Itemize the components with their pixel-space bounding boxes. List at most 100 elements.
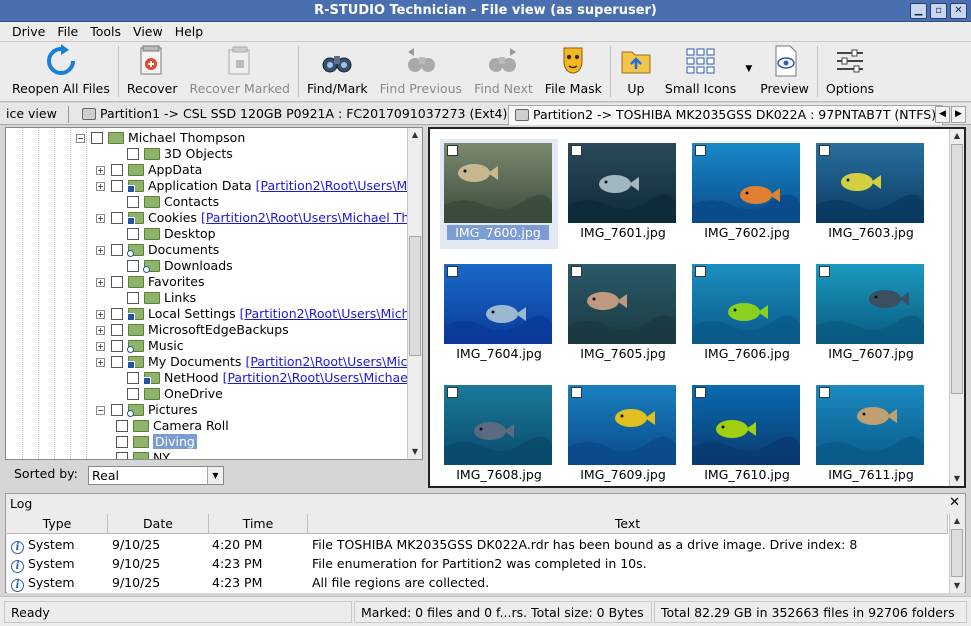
tree-item[interactable]: + Documents: [96, 242, 219, 258]
tree-item[interactable]: + Application Data [Partition2\Root\Users\…: [96, 178, 418, 194]
tree-checkbox[interactable]: [127, 260, 139, 272]
tree-checkbox[interactable]: [111, 340, 123, 352]
minimize-button[interactable]: ▁: [910, 3, 927, 19]
tree-item[interactable]: Desktop: [112, 226, 216, 242]
tree-item[interactable]: + Favorites: [96, 274, 204, 290]
tab-device-view[interactable]: ice view: [0, 105, 63, 125]
thumbnail-checkbox[interactable]: [571, 145, 582, 156]
thumbnail-item[interactable]: IMG_7608.jpg: [440, 381, 558, 486]
dropdown-arrow-icon[interactable]: ▼: [745, 64, 752, 74]
thumbnail-checkbox[interactable]: [447, 387, 458, 398]
tree-checkbox[interactable]: [111, 180, 123, 192]
thumbnail-item[interactable]: IMG_7603.jpg: [812, 139, 930, 249]
thumbnail-checkbox[interactable]: [571, 387, 582, 398]
file-mask-button[interactable]: File Mask: [539, 42, 608, 101]
tree-checkbox[interactable]: [127, 148, 139, 160]
expand-icon[interactable]: +: [96, 278, 105, 287]
thumbnail-checkbox[interactable]: [695, 387, 706, 398]
scroll-down-icon[interactable]: ▼: [950, 579, 964, 593]
options-button[interactable]: Options: [820, 42, 880, 101]
column-header-type[interactable]: Type: [7, 514, 108, 534]
tree-checkbox[interactable]: [111, 244, 123, 256]
tree-item[interactable]: Camera Roll: [116, 418, 229, 434]
tree-item[interactable]: − Michael Thompson: [76, 130, 245, 146]
sorted-by-select[interactable]: Real ▼: [88, 466, 224, 485]
tree-item-link[interactable]: [Partition2\Root\Users\Micha: [240, 306, 418, 321]
close-window-button[interactable]: ✕: [950, 3, 967, 19]
log-scrollbar[interactable]: ▲ ▼: [949, 514, 964, 593]
thumbnail-item[interactable]: IMG_7601.jpg: [564, 139, 682, 249]
menu-tools[interactable]: Tools: [84, 22, 127, 41]
recover-button[interactable]: Recover: [121, 42, 184, 101]
thumbnail-item[interactable]: IMG_7611.jpg: [812, 381, 930, 486]
tree-checkbox[interactable]: [111, 308, 123, 320]
column-header-time[interactable]: Time: [209, 514, 308, 534]
tree-item[interactable]: + Music: [96, 338, 184, 354]
thumbnail-item[interactable]: IMG_7607.jpg: [812, 260, 930, 370]
thumbnail-item[interactable]: IMG_7610.jpg: [688, 381, 806, 486]
tree-item[interactable]: − Pictures: [96, 402, 198, 418]
tree-checkbox[interactable]: [111, 164, 123, 176]
tree-item[interactable]: 3D Objects: [112, 146, 233, 162]
tree-checkbox[interactable]: [116, 452, 128, 459]
column-header-date[interactable]: Date: [108, 514, 209, 534]
tree-item[interactable]: NY: [116, 450, 170, 459]
thumbnail-item[interactable]: IMG_7609.jpg: [564, 381, 682, 486]
tree-item[interactable]: NetHood [Partition2\Root\Users\Michael Th…: [112, 370, 422, 386]
thumbnail-scrollbar[interactable]: ▲ ▼: [949, 129, 964, 486]
tree-item[interactable]: + Local Settings [Partition2\Root\Users\Mi…: [96, 306, 417, 322]
tree-checkbox[interactable]: [116, 436, 128, 448]
thumbnail-item[interactable]: IMG_7604.jpg: [440, 260, 558, 370]
expand-icon[interactable]: +: [96, 326, 105, 335]
tab-scroll-left-button[interactable]: ◀: [935, 106, 950, 123]
tree-item[interactable]: Downloads: [112, 258, 233, 274]
tab-scroll-right-button[interactable]: ▶: [951, 106, 966, 123]
expand-icon[interactable]: +: [96, 342, 105, 351]
thumbnail-checkbox[interactable]: [695, 145, 706, 156]
scroll-up-icon[interactable]: ▲: [408, 128, 422, 142]
collapse-icon[interactable]: −: [96, 406, 105, 415]
tree-scrollbar[interactable]: ▲ ▼: [407, 128, 422, 459]
tree-item[interactable]: Contacts: [112, 194, 219, 210]
tree-checkbox[interactable]: [111, 404, 123, 416]
tree-item[interactable]: + My Documents [Partition2\Root\Users\Mich…: [96, 354, 422, 370]
small-icons-button[interactable]: Small Icons ▼: [659, 42, 754, 101]
tree-item[interactable]: Diving: [116, 434, 197, 450]
menu-drive[interactable]: Drive: [6, 22, 51, 41]
tree-item-link[interactable]: [Partition2\Root\Users\Mic: [256, 178, 418, 193]
recover-marked-button[interactable]: Recover Marked: [183, 42, 296, 101]
thumbnail-item[interactable]: IMG_7605.jpg: [564, 260, 682, 370]
tree-checkbox[interactable]: [111, 356, 123, 368]
thumbnail-item[interactable]: IMG_7602.jpg: [688, 139, 806, 249]
expand-icon[interactable]: +: [96, 166, 105, 175]
tree-checkbox[interactable]: [91, 132, 103, 144]
tree-item-link[interactable]: [Partition2\Root\Users\Micha: [245, 354, 422, 369]
tree-checkbox[interactable]: [127, 228, 139, 240]
tree-item-link[interactable]: [Partition2\Root\Users\Michael Tho: [223, 370, 422, 385]
thumbnail-item[interactable]: IMG_7600.jpg: [440, 139, 558, 249]
find-mark-button[interactable]: Find/Mark: [301, 42, 374, 101]
expand-icon[interactable]: +: [96, 246, 105, 255]
tree-item[interactable]: OneDrive: [112, 386, 223, 402]
menu-file[interactable]: File: [51, 22, 84, 41]
thumbnail-checkbox[interactable]: [447, 266, 458, 277]
scrollbar-thumb[interactable]: [951, 144, 963, 394]
scroll-down-icon[interactable]: ▼: [408, 445, 422, 459]
menu-view[interactable]: View: [127, 22, 169, 41]
thumbnail-checkbox[interactable]: [571, 266, 582, 277]
column-header-text[interactable]: Text: [308, 514, 948, 534]
menu-help[interactable]: Help: [169, 22, 210, 41]
thumbnail-checkbox[interactable]: [447, 145, 458, 156]
tree-checkbox[interactable]: [127, 372, 139, 384]
tree-item[interactable]: + Cookies [Partition2\Root\Users\Michael T…: [96, 210, 417, 226]
thumbnail-checkbox[interactable]: [695, 266, 706, 277]
scroll-up-icon[interactable]: ▲: [950, 129, 964, 143]
tree-checkbox[interactable]: [127, 292, 139, 304]
reopen-all-files-button[interactable]: Reopen All Files: [6, 42, 116, 101]
log-row[interactable]: i System 9/10/25 4:23 PM File enumeration fo…: [7, 554, 948, 573]
tree-checkbox[interactable]: [116, 420, 128, 432]
tree-item[interactable]: Links: [112, 290, 196, 306]
maximize-button[interactable]: ▫: [930, 3, 947, 19]
tab-partition2[interactable]: Partition2 -> TOSHIBA MK2035GSS DK022A :…: [508, 105, 944, 125]
expand-icon[interactable]: +: [96, 358, 105, 367]
